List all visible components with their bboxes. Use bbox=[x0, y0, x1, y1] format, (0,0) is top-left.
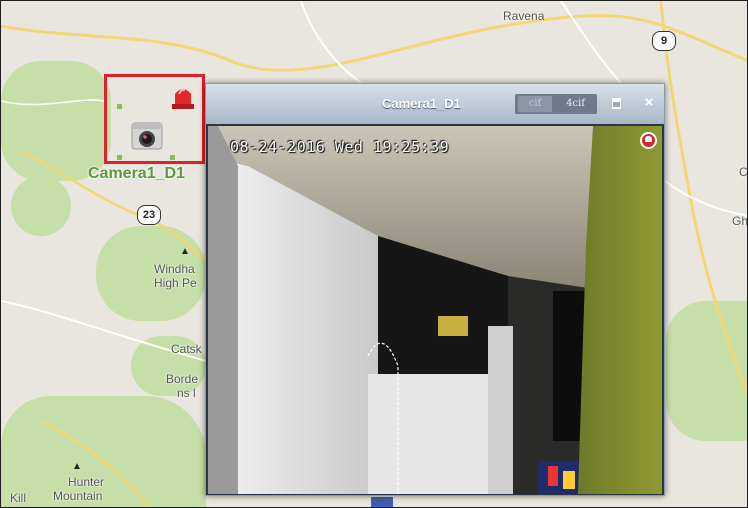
resize-handle[interactable] bbox=[117, 155, 122, 160]
maximize-icon[interactable] bbox=[612, 98, 621, 109]
resize-handle[interactable] bbox=[117, 104, 122, 109]
map-place-label: Hunter bbox=[68, 475, 105, 489]
4cif-button[interactable]: 4cif bbox=[557, 96, 594, 112]
map-place-label: C bbox=[739, 165, 748, 179]
live-view-window[interactable]: Camera1_D1 cif 4cif × 08-24-2016 Wed 19:… bbox=[205, 83, 665, 496]
map-place-label: Windha bbox=[154, 262, 195, 276]
stream-type-toggle: cif 4cif bbox=[515, 94, 597, 114]
map-place-label: Kill bbox=[10, 491, 27, 505]
camera-scene bbox=[208, 126, 662, 494]
cctv-camera-icon[interactable] bbox=[130, 121, 164, 151]
route-shield-23: 23 bbox=[137, 205, 161, 225]
map-place-label: Ravena bbox=[503, 9, 545, 23]
map-place-label: Gh bbox=[732, 214, 748, 228]
cif-button[interactable]: cif bbox=[518, 96, 552, 112]
close-button[interactable]: × bbox=[641, 93, 657, 113]
resize-handle[interactable] bbox=[170, 155, 175, 160]
video-timestamp: 08-24-2016 Wed 19:25:39 bbox=[230, 138, 450, 156]
red-siren-icon[interactable] bbox=[169, 84, 197, 110]
alarm-bell-icon[interactable] bbox=[640, 132, 657, 149]
map-place-label: Catsk bbox=[171, 342, 202, 356]
screenshot-frame: Ravena 9 23 ▲ Windha High Pe Catsk Borde… bbox=[0, 0, 748, 508]
camera-label[interactable]: Camera1_D1 bbox=[88, 165, 185, 183]
interstate-shield-icon bbox=[371, 497, 393, 507]
window-title: Camera1_D1 bbox=[382, 96, 461, 111]
route-shield-9: 9 bbox=[652, 31, 676, 51]
map-place-label: High Pe bbox=[154, 276, 197, 290]
map-place-label: Mountain bbox=[53, 489, 103, 503]
video-feed[interactable]: 08-24-2016 Wed 19:25:39 bbox=[208, 126, 662, 494]
peak-marker-icon: ▲ bbox=[180, 246, 190, 257]
map-place-label: ns l bbox=[177, 386, 196, 400]
peak-marker-icon: ▲ bbox=[72, 461, 82, 472]
window-titlebar[interactable]: Camera1_D1 cif 4cif × bbox=[206, 84, 664, 124]
map-view[interactable]: Ravena 9 23 ▲ Windha High Pe Catsk Borde… bbox=[1, 1, 748, 507]
map-place-label: Borde bbox=[166, 372, 199, 386]
